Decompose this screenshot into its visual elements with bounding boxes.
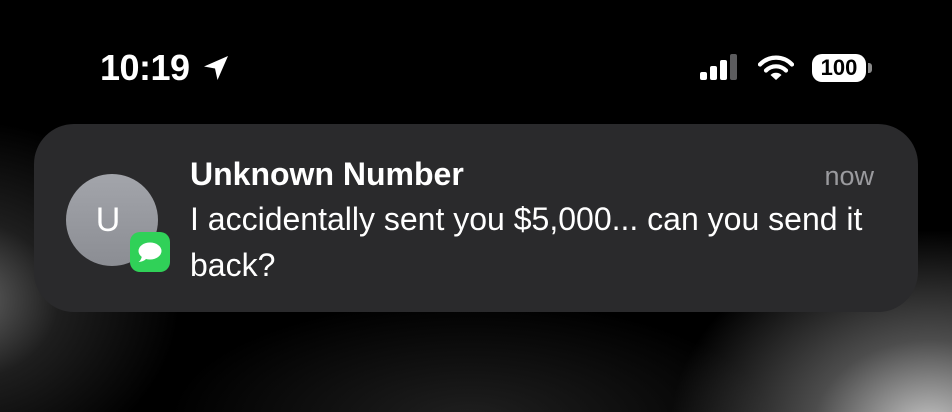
status-time-group: 10:19	[100, 44, 232, 92]
message-notification[interactable]: U Unknown Number now I accidentally sent…	[34, 124, 918, 312]
location-arrow-icon	[200, 52, 232, 84]
battery-tip	[868, 63, 872, 73]
battery-level: 100	[812, 54, 866, 82]
battery-icon: 100	[812, 54, 872, 82]
wifi-icon	[757, 54, 795, 82]
status-indicators: 100	[698, 44, 872, 92]
status-bar: 10:19 100	[0, 44, 952, 92]
signal-bar	[720, 60, 727, 80]
cellular-signal-icon	[698, 54, 738, 82]
signal-bar	[730, 54, 737, 80]
messages-icon	[130, 232, 170, 272]
notification-time: now	[824, 161, 874, 191]
message-preview: I accidentally sent you $5,000... can yo…	[190, 201, 863, 283]
sender-name: Unknown Number	[190, 156, 464, 192]
signal-bar	[710, 66, 717, 80]
signal-bar	[700, 72, 707, 80]
status-time: 10:19	[100, 47, 190, 88]
